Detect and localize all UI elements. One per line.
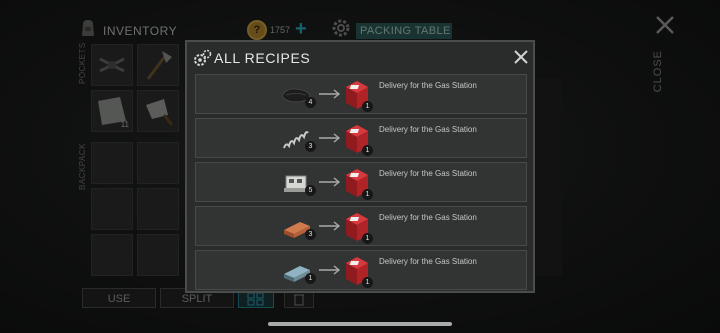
recipe-row[interactable]: 5 1 Delivery for the Gas Station bbox=[195, 162, 527, 202]
arrow-icon bbox=[319, 89, 341, 99]
product-name: Delivery for the Gas Station bbox=[379, 213, 477, 222]
product-count: 1 bbox=[362, 277, 373, 288]
product-count: 1 bbox=[362, 145, 373, 156]
product-name: Delivery for the Gas Station bbox=[379, 169, 477, 178]
arrow-icon bbox=[319, 133, 341, 143]
ingredient-count: 3 bbox=[305, 141, 316, 152]
product-name: Delivery for the Gas Station bbox=[379, 81, 477, 90]
close-icon[interactable] bbox=[512, 48, 530, 66]
dialog-title: ALL RECIPES bbox=[214, 50, 311, 66]
recipe-row[interactable]: 3 1 Delivery for the Gas Station bbox=[195, 206, 527, 246]
product-name: Delivery for the Gas Station bbox=[379, 125, 477, 134]
arrow-icon bbox=[319, 177, 341, 187]
arrow-icon bbox=[319, 221, 341, 231]
product-count: 1 bbox=[362, 189, 373, 200]
home-indicator[interactable] bbox=[268, 322, 452, 326]
ingredient-count: 5 bbox=[305, 185, 316, 196]
dialog-header: ALL RECIPES bbox=[187, 42, 533, 72]
product-name: Delivery for the Gas Station bbox=[379, 257, 477, 266]
product-count: 1 bbox=[362, 233, 373, 244]
product-count: 1 bbox=[362, 101, 373, 112]
ingredient-count: 3 bbox=[305, 229, 316, 240]
gears-icon bbox=[194, 49, 212, 66]
recipe-row[interactable]: 4 1 Delivery for the Gas Station bbox=[195, 74, 527, 114]
ingredient-count: 1 bbox=[305, 273, 316, 284]
arrow-icon bbox=[319, 265, 341, 275]
recipe-row[interactable]: 3 1 Delivery for the Gas Station bbox=[195, 118, 527, 158]
ingredient-count: 4 bbox=[305, 97, 316, 108]
all-recipes-dialog: ALL RECIPES 4 1 Delivery for the Gas Sta… bbox=[185, 40, 535, 293]
recipe-row[interactable]: 1 1 Delivery for the Gas Station bbox=[195, 250, 527, 290]
